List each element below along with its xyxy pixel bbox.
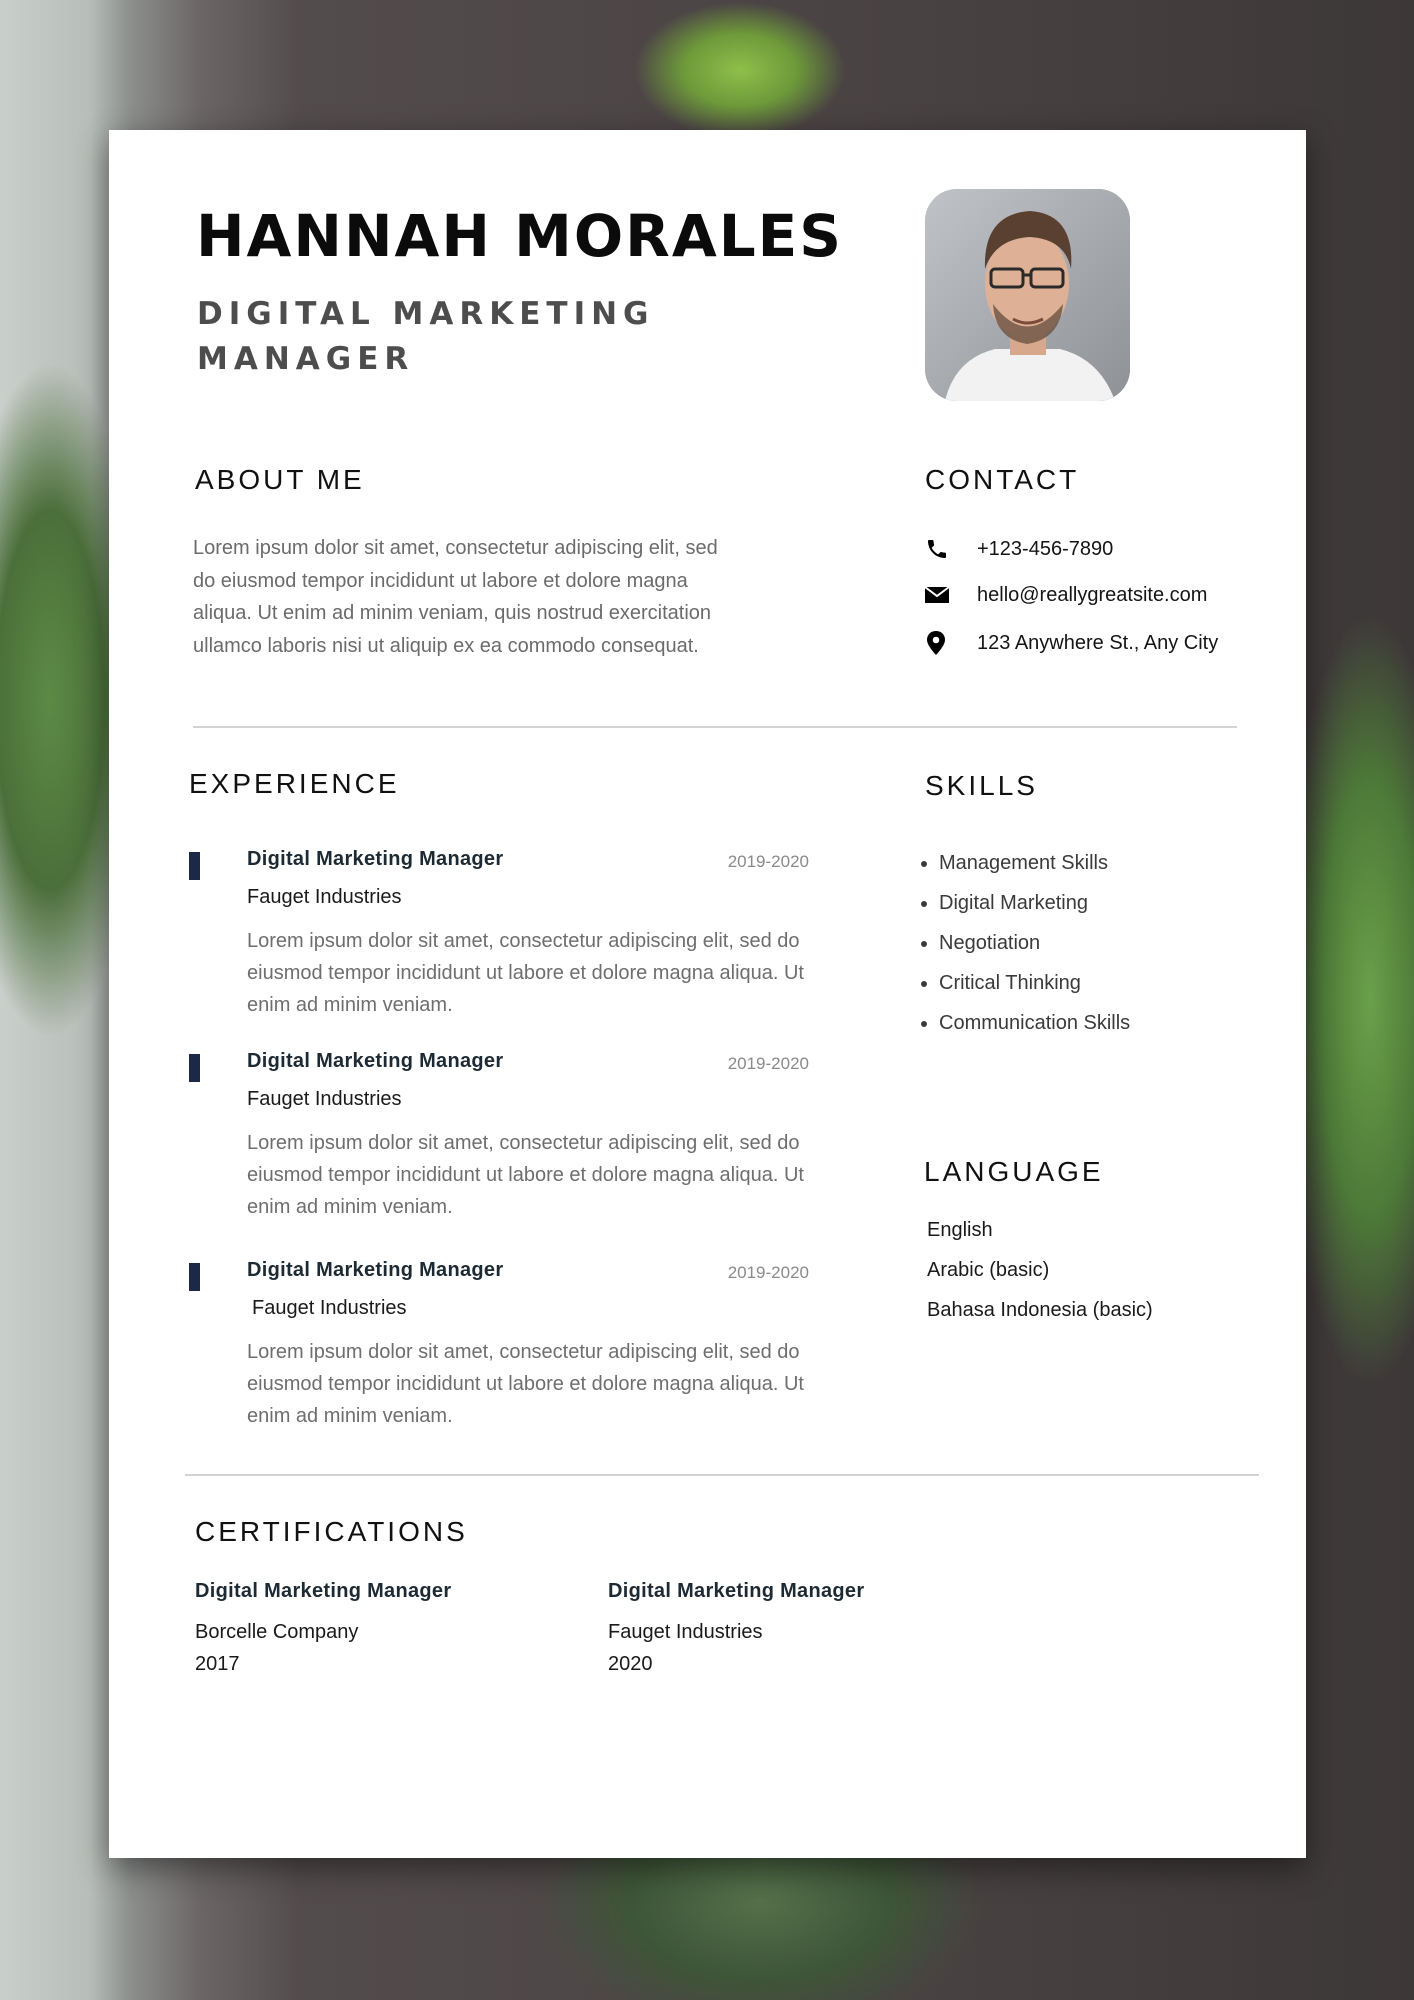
skill-item: Critical Thinking	[939, 966, 1130, 1006]
certifications-heading: CERTIFICATIONS	[195, 1516, 468, 1547]
experience-item: Digital Marketing Manager 2019-2020 Faug…	[189, 1050, 809, 1230]
language-heading: LANGUAGE	[924, 1156, 1104, 1187]
resume-page: HANNAH MORALES DIGITAL MARKETING MANAGER…	[109, 130, 1306, 1858]
accent-bar	[189, 1263, 200, 1291]
profile-photo	[925, 189, 1130, 401]
section-divider	[185, 1474, 1259, 1476]
experience-role: Digital Marketing Manager	[247, 1050, 504, 1072]
skill-item: Management Skills	[939, 846, 1130, 886]
experience-dates: 2019-2020	[727, 852, 809, 871]
experience-item: Digital Marketing Manager 2019-2020 Faug…	[189, 848, 809, 1028]
contact-phone-value[interactable]: +123-456-7890	[977, 538, 1113, 561]
experience-company: Fauget Industries	[252, 1297, 407, 1319]
contact-address-value: 123 Anywhere St., Any City	[977, 631, 1219, 654]
experience-description: Lorem ipsum dolor sit amet, consectetur …	[247, 930, 804, 1016]
experience-role: Digital Marketing Manager	[247, 1259, 504, 1281]
experience-company: Fauget Industries	[247, 1088, 402, 1110]
experience-role: Digital Marketing Manager	[247, 848, 504, 870]
about-heading: ABOUT ME	[195, 464, 365, 495]
experience-dates: 2019-2020	[727, 1263, 809, 1282]
contact-phone: +123-456-7890	[925, 533, 1218, 565]
skills-heading: SKILLS	[925, 770, 1038, 801]
skills-list: Management Skills Digital Marketing Nego…	[915, 846, 1130, 1046]
skill-item: Negotiation	[939, 926, 1130, 966]
contact-address: 123 Anywhere St., Any City	[925, 627, 1218, 659]
certification-item: Digital Marketing Manager Fauget Industr…	[608, 1580, 864, 1680]
language-list: English Arabic (basic) Bahasa Indonesia …	[927, 1213, 1153, 1333]
candidate-name: HANNAH MORALES	[196, 202, 844, 270]
language-item: English	[927, 1219, 993, 1241]
experience-description: Lorem ipsum dolor sit amet, consectetur …	[247, 1341, 804, 1427]
person-portrait-icon	[925, 189, 1130, 401]
contact-heading: CONTACT	[925, 464, 1080, 495]
experience-item: Digital Marketing Manager 2019-2020 Faug…	[189, 1259, 809, 1439]
contact-email: hello@reallygreatsite.com	[925, 579, 1218, 611]
certification-year: 2020	[608, 1653, 653, 1675]
experience-heading: EXPERIENCE	[189, 768, 400, 799]
accent-bar	[189, 1054, 200, 1082]
certification-company: Fauget Industries	[608, 1621, 763, 1643]
accent-bar	[189, 852, 200, 880]
certification-role: Digital Marketing Manager	[195, 1580, 452, 1602]
certification-company: Borcelle Company	[195, 1621, 359, 1643]
experience-description: Lorem ipsum dolor sit amet, consectetur …	[247, 1132, 804, 1218]
experience-company: Fauget Industries	[247, 886, 402, 908]
location-pin-icon	[925, 631, 955, 655]
certification-year: 2017	[195, 1653, 240, 1675]
email-icon	[925, 583, 955, 607]
certification-role: Digital Marketing Manager	[608, 1580, 865, 1602]
contact-email-value[interactable]: hello@reallygreatsite.com	[977, 584, 1207, 607]
contact-list: +123-456-7890 hello@reallygreatsite.com …	[925, 533, 1218, 659]
experience-dates: 2019-2020	[727, 1054, 809, 1073]
language-item: Bahasa Indonesia (basic)	[927, 1299, 1153, 1321]
skill-item: Digital Marketing	[939, 886, 1130, 926]
certification-item: Digital Marketing Manager Borcelle Compa…	[195, 1580, 451, 1680]
candidate-title: DIGITAL MARKETING MANAGER	[197, 296, 655, 377]
language-item: Arabic (basic)	[927, 1259, 1050, 1281]
skill-item: Communication Skills	[939, 1006, 1130, 1046]
section-divider	[193, 726, 1237, 728]
about-text: Lorem ipsum dolor sit amet, consectetur …	[193, 537, 718, 657]
phone-icon	[925, 537, 955, 561]
